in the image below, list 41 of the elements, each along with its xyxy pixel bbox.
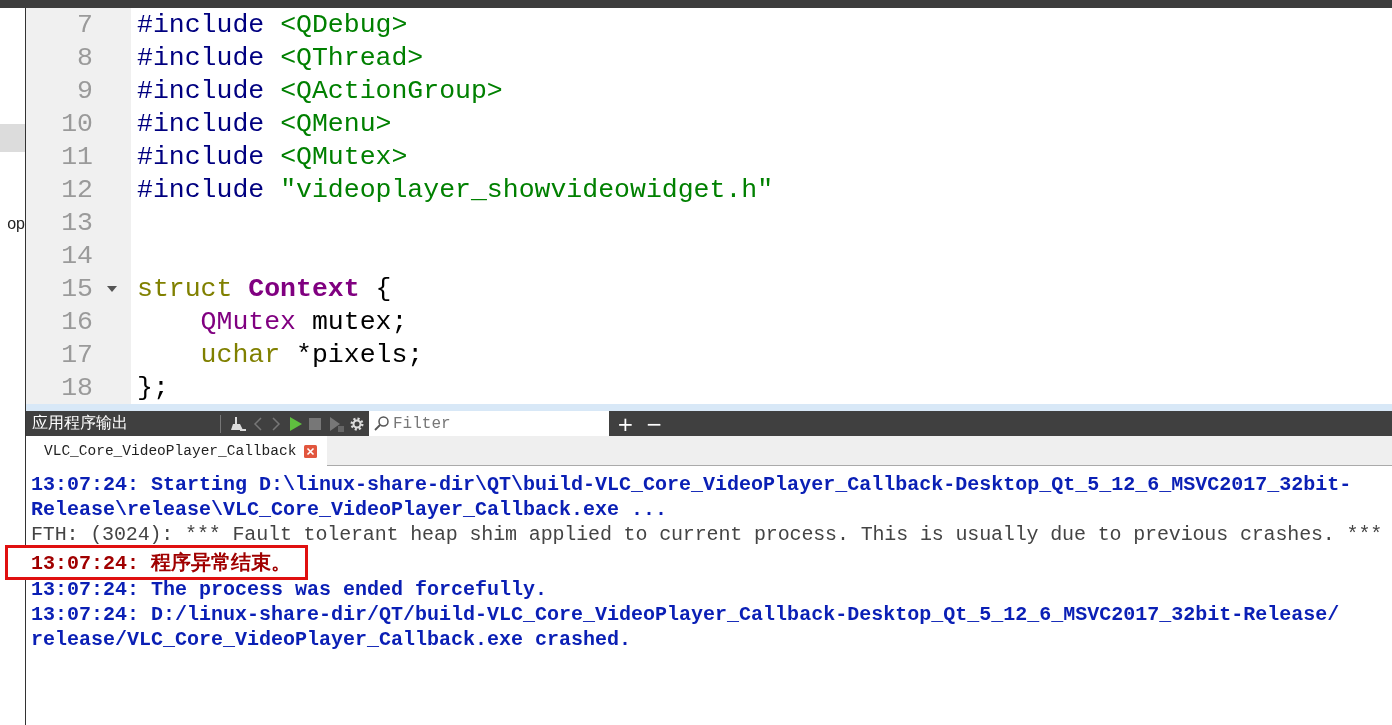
line-number: 11 bbox=[60, 141, 93, 172]
code-line: #include <QMenu> bbox=[137, 108, 392, 139]
line-number: 10 bbox=[60, 108, 93, 139]
selected-row-highlight bbox=[0, 124, 25, 152]
line-number: 9 bbox=[76, 75, 93, 106]
code-line: #include <QActionGroup> bbox=[137, 75, 503, 106]
line-number: 7 bbox=[76, 9, 93, 40]
settings-icon[interactable] bbox=[349, 415, 365, 432]
code-line: struct Context { bbox=[137, 273, 392, 304]
forward-icon[interactable] bbox=[269, 414, 283, 433]
code-line: #include <QDebug> bbox=[137, 9, 408, 40]
code-line: #include "videoplayer_showvideowidget.h" bbox=[137, 174, 774, 205]
line-number: 17 bbox=[60, 339, 93, 370]
filter-field[interactable]: Filter bbox=[369, 411, 609, 436]
code-line: #include <QMutex> bbox=[137, 141, 408, 172]
line-number: 18 bbox=[60, 372, 93, 403]
code-line: QMutex mutex; bbox=[200, 306, 408, 337]
code-line: uchar *pixels; bbox=[200, 339, 424, 370]
output-line: 13:07:24: Starting D:\linux-share-dir\QT\build-VLC_Core_VideoPlayer_Callback-Desktop_Qt_5_12_6_MSVC2017_32bit- bbox=[30, 473, 1352, 496]
code-line: #include <QThread> bbox=[137, 42, 424, 73]
line-number: 16 bbox=[60, 306, 93, 337]
line-number: 12 bbox=[60, 174, 93, 205]
code-line: }; bbox=[137, 372, 169, 403]
play-icon[interactable] bbox=[287, 414, 303, 433]
line-number: 15 bbox=[60, 273, 93, 304]
sidebar-item[interactable]: op bbox=[0, 215, 25, 233]
output-tab[interactable]: VLC_Core_VideoPlayer_Callback bbox=[26, 436, 328, 466]
line-number: 8 bbox=[76, 42, 93, 73]
output-line: Release\release\VLC_Core_VideoPlayer_Callback.exe ... bbox=[30, 498, 668, 521]
output-line: FTH: (3024): *** Fault tolerant heap shim applied to current process. This is usually due to previous crashes. *** bbox=[30, 523, 1383, 546]
output-line: 13:07:24: D:/linux-share-dir/QT/build-VLC_Core_VideoPlayer_Callback-Desktop_Qt_5_12_6_MSVC2017_32bit-Release/ bbox=[30, 603, 1340, 626]
output-line: 13:07:24: The process was ended forcefully. bbox=[30, 578, 548, 601]
line-number: 14 bbox=[60, 240, 93, 271]
remove-button[interactable]: − bbox=[641, 412, 667, 435]
panel-title: 应用程序输出 bbox=[31, 413, 129, 434]
add-button[interactable]: + bbox=[613, 412, 638, 435]
line-number: 13 bbox=[60, 207, 93, 238]
close-icon[interactable] bbox=[304, 444, 318, 458]
clean-icon[interactable] bbox=[229, 414, 247, 433]
output-line: release/VLC_Core_VideoPlayer_Callback.exe crashed. bbox=[30, 628, 632, 651]
fold-arrow-icon[interactable] bbox=[107, 285, 117, 292]
